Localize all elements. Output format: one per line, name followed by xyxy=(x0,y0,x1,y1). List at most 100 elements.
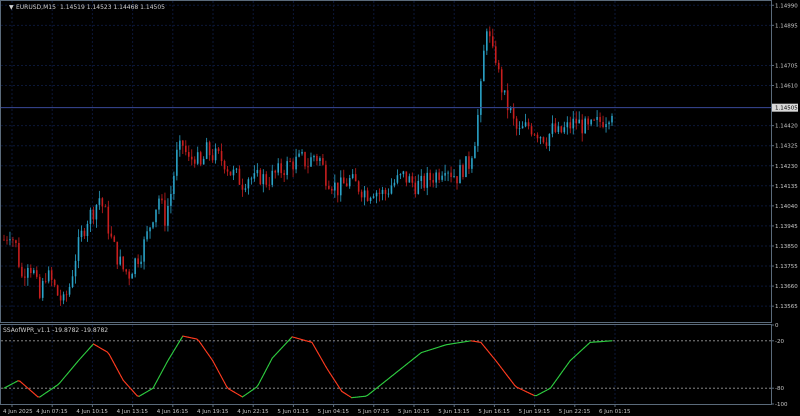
candle-body xyxy=(500,69,503,93)
candle-body xyxy=(101,198,104,207)
candle-body xyxy=(593,119,595,121)
candle-body xyxy=(381,189,384,194)
candle-body xyxy=(399,174,402,176)
candle-body xyxy=(503,90,506,93)
candle-body xyxy=(491,36,494,47)
candle-body xyxy=(259,169,262,185)
candle-body xyxy=(357,181,360,192)
time-tick-label: 5 Jun 04:15 xyxy=(318,409,350,415)
candle-body xyxy=(89,209,92,224)
candle-body xyxy=(453,176,455,178)
candle-body xyxy=(396,175,399,183)
candle-body xyxy=(587,118,589,125)
candle-body xyxy=(596,116,598,120)
candle-body xyxy=(298,153,300,157)
symbol-dropdown-icon[interactable]: ▼ xyxy=(9,4,14,11)
candle-body xyxy=(405,171,408,183)
candle-body xyxy=(533,134,536,136)
candle-body xyxy=(307,166,309,168)
candle-body xyxy=(265,174,268,185)
candle-body xyxy=(360,191,363,198)
candle-body xyxy=(432,180,434,183)
candle-body xyxy=(286,161,288,176)
time-tick-label: 5 Jun 22:15 xyxy=(559,409,591,415)
price-tick-label: 1.14040 xyxy=(775,204,798,210)
candle-body xyxy=(3,239,5,241)
candle-body xyxy=(62,294,65,301)
candle-body xyxy=(489,31,491,37)
time-tick-label: 4 Jun 13:15 xyxy=(117,409,149,415)
candle-body xyxy=(167,205,169,226)
candle-body xyxy=(253,173,256,179)
candle-body xyxy=(506,90,509,111)
candle-body xyxy=(551,123,554,134)
time-tick-label: 5 Jun 10:15 xyxy=(398,409,430,415)
candle-body xyxy=(545,142,548,147)
candle-body xyxy=(351,174,354,179)
candle-body xyxy=(474,146,476,159)
candle-body xyxy=(86,223,89,237)
candle-body xyxy=(310,157,312,167)
candle-body xyxy=(202,158,205,165)
candle-body xyxy=(426,172,429,188)
candle-body xyxy=(402,171,405,175)
price-tick-label: 1.13850 xyxy=(775,244,798,250)
candle-body xyxy=(334,182,336,191)
candle-body xyxy=(563,127,566,133)
candle-body xyxy=(98,198,101,205)
candle-body xyxy=(316,155,318,161)
candle-body xyxy=(456,176,458,184)
candle-body xyxy=(161,198,163,201)
candle-body xyxy=(325,164,327,186)
indicator-tick-label: 0 xyxy=(775,323,779,329)
candle-body xyxy=(149,227,151,232)
candle-body xyxy=(548,133,551,147)
candle-body xyxy=(262,174,265,185)
candle-body xyxy=(137,258,139,264)
price-tick-label: 1.14990 xyxy=(775,3,798,9)
candle-body xyxy=(575,118,578,124)
candle-body xyxy=(304,152,306,167)
candle-body xyxy=(536,134,539,139)
candle-body xyxy=(590,119,592,125)
candle-body xyxy=(217,148,220,152)
time-tick-label: 4 Jun 19:15 xyxy=(197,409,229,415)
candle-body xyxy=(24,276,26,278)
candle-body xyxy=(521,126,524,129)
candle-body xyxy=(53,279,56,286)
candle-body xyxy=(250,178,253,180)
candle-body xyxy=(182,140,184,146)
candle-body xyxy=(232,169,235,176)
candle-body xyxy=(247,179,250,189)
candle-body xyxy=(375,192,378,197)
candle-body xyxy=(423,175,426,188)
candle-body xyxy=(465,156,467,178)
candle-body xyxy=(158,198,160,210)
candle-body xyxy=(494,46,497,63)
candle-body xyxy=(339,177,342,196)
indicator-tick-label: -100 xyxy=(775,402,788,408)
price-tick-label: 1.14420 xyxy=(775,124,798,130)
candle-body xyxy=(527,122,530,127)
candle-body xyxy=(462,165,464,178)
candle-body xyxy=(524,122,527,127)
time-tick-label: 4 Jun 2025 xyxy=(3,409,33,415)
candle-body xyxy=(280,163,282,174)
candle-body xyxy=(319,158,321,161)
candle-body xyxy=(223,160,226,170)
candle-body xyxy=(483,50,485,82)
price-tick-label: 1.13565 xyxy=(775,304,798,310)
candle-body xyxy=(497,62,500,70)
candle-body xyxy=(155,209,157,223)
candle-body xyxy=(369,197,372,202)
candle-body xyxy=(113,236,116,242)
candle-body xyxy=(176,149,178,176)
candle-body xyxy=(104,206,107,208)
candle-body xyxy=(21,266,23,277)
candle-body xyxy=(193,159,196,164)
candle-body xyxy=(515,118,518,129)
candle-body xyxy=(131,274,133,279)
candle-body xyxy=(12,239,14,241)
candle-body xyxy=(384,189,387,194)
candle-body xyxy=(238,168,241,185)
